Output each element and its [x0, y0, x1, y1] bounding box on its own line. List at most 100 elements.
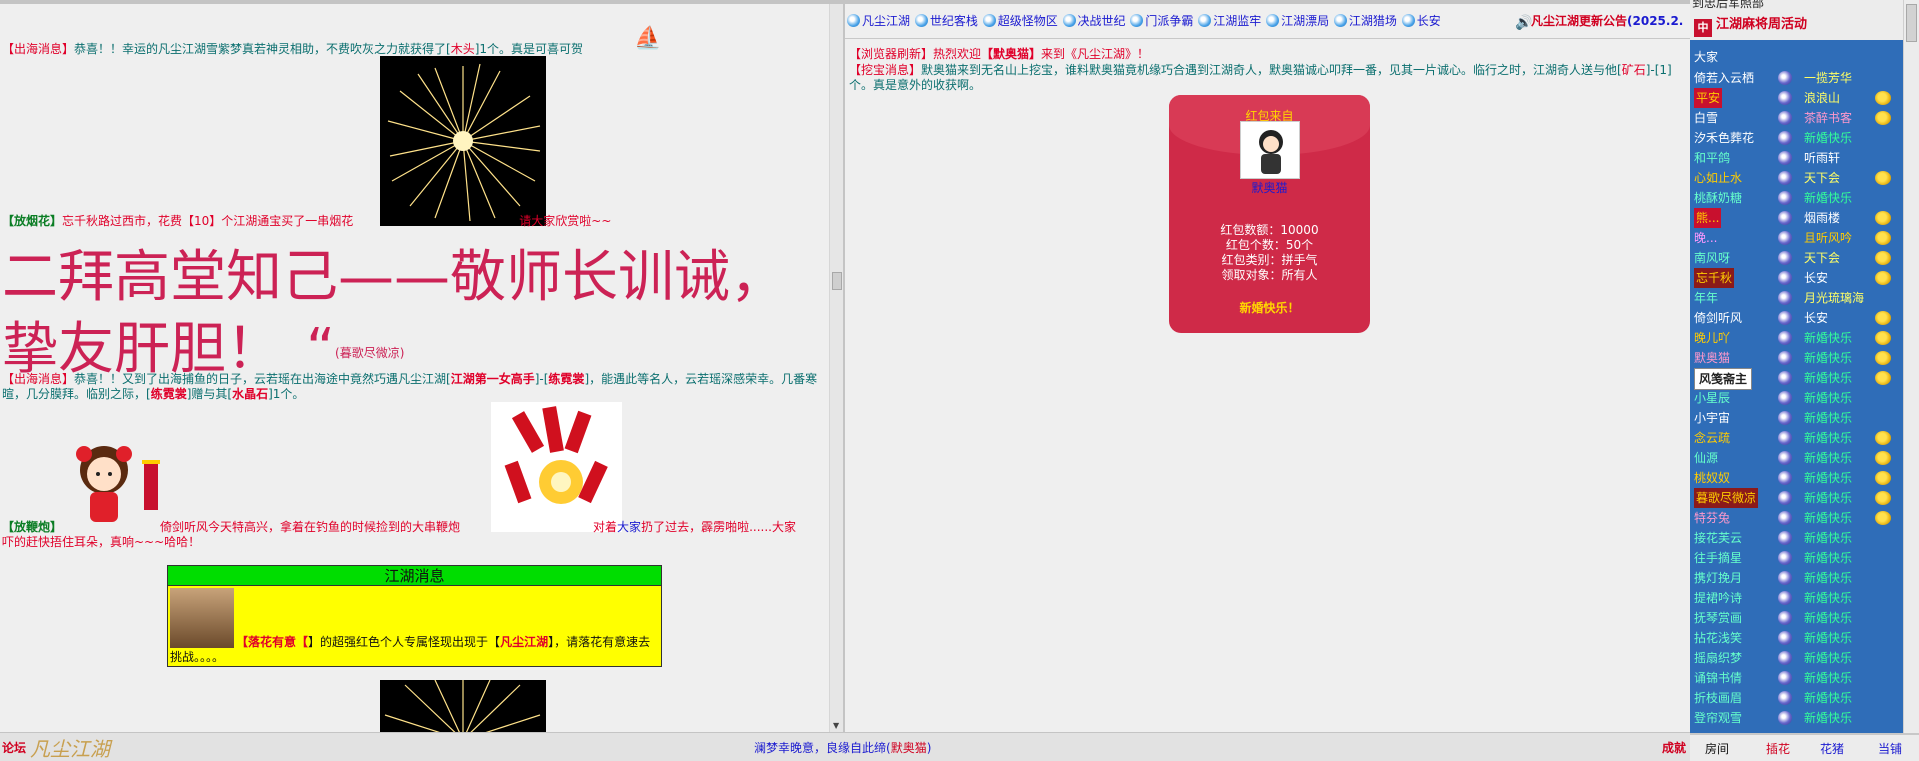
user-name[interactable]: 特芬兔	[1694, 508, 1730, 528]
user-name[interactable]: 晚...	[1694, 228, 1717, 248]
user-name[interactable]: 平安	[1694, 88, 1723, 108]
user-name[interactable]: 默奥猫	[1694, 348, 1730, 368]
user-row[interactable]: 晚儿吖 新婚快乐	[1690, 328, 1903, 348]
user-row[interactable]: 南风呀 天下会	[1690, 248, 1903, 268]
user-name[interactable]: 念云疏	[1694, 428, 1730, 448]
user-row[interactable]: 携灯挽月 新婚快乐	[1690, 568, 1903, 588]
tab-room-6[interactable]: 江湖漂局	[1266, 14, 1329, 28]
chat-scroll-area[interactable]: 【出海消息】恭喜！！幸运的凡尘江湖雪紫梦真若神灵相助，不费吹灰之力就获得了[木头…	[0, 4, 828, 732]
user-name[interactable]: 提裙吟诗	[1694, 588, 1742, 608]
marriage-banner: 澜梦幸晚意，良缘自此缔(默奥猫)	[754, 741, 932, 755]
tab-room-4[interactable]: 门派争霸	[1130, 14, 1193, 28]
girl-firecracker-image	[64, 440, 172, 530]
user-row[interactable]: 风笺斋主 新婚快乐	[1690, 368, 1903, 390]
user-row[interactable]: 心如止水 天下会	[1690, 168, 1903, 188]
user-row[interactable]: 忘千秋 长安	[1690, 268, 1903, 288]
tab-room-0[interactable]: 凡尘江湖	[847, 14, 910, 28]
tab-room-5[interactable]: 江湖监牢	[1198, 14, 1261, 28]
right-scrollbar[interactable]	[1903, 0, 1919, 733]
user-row[interactable]: 年年 月光琉璃海	[1690, 288, 1903, 308]
pig-button[interactable]: 花猪	[1820, 740, 1844, 757]
right-scrollbar-thumb[interactable]	[1906, 4, 1917, 42]
user-row[interactable]: 汐禾色葬花 新婚快乐	[1690, 128, 1903, 148]
user-room: 浪浪山	[1804, 91, 1841, 105]
user-name[interactable]: 桃酥奶糖	[1694, 188, 1742, 208]
user-name[interactable]: 小星辰	[1694, 388, 1730, 408]
user-name[interactable]: 晚儿吖	[1694, 328, 1730, 348]
user-row[interactable]: 诵锦书倩 新婚快乐	[1690, 668, 1903, 688]
user-name[interactable]: 诵锦书倩	[1694, 668, 1742, 688]
user-row[interactable]: 桃奴奴 新婚快乐	[1690, 468, 1903, 488]
user-row[interactable]: 和平鸽 听雨轩	[1690, 148, 1903, 168]
big-announcement-text: 二拜高堂知己——敬师长训诫，挚友肝胆！ “(暮歌尽微凉)	[2, 245, 786, 382]
flower-button[interactable]: 插花	[1766, 740, 1790, 757]
user-name[interactable]: 心如止水	[1694, 168, 1742, 188]
user-name[interactable]: 汐禾色葬花	[1694, 128, 1754, 148]
user-row[interactable]: 小宇宙 新婚快乐	[1690, 408, 1903, 428]
user-row[interactable]: 小星辰 新婚快乐	[1690, 388, 1903, 408]
scroll-down-arrow-icon[interactable]: ▼	[833, 721, 839, 730]
user-name[interactable]: 倚若入云栖	[1694, 68, 1754, 88]
achievement-link[interactable]: 成就	[1662, 739, 1686, 756]
user-row[interactable]: 往手摘星 新婚快乐	[1690, 548, 1903, 568]
tab-room-8[interactable]: 长安	[1401, 14, 1441, 28]
user-name[interactable]: 年年	[1694, 288, 1718, 308]
tab-room-3[interactable]: 决战世纪	[1062, 14, 1126, 28]
user-name[interactable]: 南风呀	[1694, 248, 1730, 268]
user-name[interactable]: 倚剑听风	[1694, 308, 1742, 328]
user-row[interactable]: 仙源 新婚快乐	[1690, 448, 1903, 468]
update-notice-link[interactable]: 🔊凡尘江湖更新公告(2025.2.	[1515, 12, 1683, 31]
user-row[interactable]: 倚若入云栖 一揽芳华	[1690, 68, 1903, 88]
user-row[interactable]: 熊... 烟雨楼	[1690, 208, 1903, 228]
tab-room-7[interactable]: 江湖猎场	[1333, 14, 1397, 28]
user-row[interactable]: 折枝画眉 新婚快乐	[1690, 688, 1903, 708]
mahjong-event-link[interactable]: 中江湖麻将周活动	[1694, 13, 1807, 37]
user-name[interactable]: 桃奴奴	[1694, 468, 1730, 488]
user-row[interactable]: 念云疏 新婚快乐	[1690, 428, 1903, 448]
user-name[interactable]: 摇扇织梦	[1694, 648, 1742, 668]
tab-room-2[interactable]: 超级怪物区	[982, 14, 1058, 28]
user-name[interactable]: 忘千秋	[1694, 268, 1735, 288]
user-row[interactable]: 提裙吟诗 新婚快乐	[1690, 588, 1903, 608]
user-row[interactable]: 登帘观雪 新婚快乐	[1690, 708, 1903, 728]
user-name[interactable]: 暮歌尽微凉	[1694, 488, 1759, 508]
user-row[interactable]: 接花芙云 新婚快乐	[1690, 528, 1903, 548]
left-scrollbar[interactable]: ▼	[829, 4, 843, 732]
user-row[interactable]: 摇扇织梦 新婚快乐	[1690, 648, 1903, 668]
user-name[interactable]: 熊...	[1694, 208, 1722, 228]
user-row[interactable]: 暮歌尽微凉 新婚快乐	[1690, 488, 1903, 508]
user-name[interactable]: 登帘观雪	[1694, 708, 1742, 728]
user-name[interactable]: 拈花浅笑	[1694, 628, 1742, 648]
forum-link[interactable]: 论坛	[2, 739, 26, 756]
room-button[interactable]: 房间	[1705, 740, 1729, 757]
level-icon	[1778, 611, 1792, 625]
user-name[interactable]: 小宇宙	[1694, 408, 1730, 428]
right-bottom-buttons: 房间 插花 花猪 当铺	[1690, 733, 1919, 761]
user-row[interactable]: 特芬兔 新婚快乐	[1690, 508, 1903, 528]
user-row[interactable]: 拈花浅笑 新婚快乐	[1690, 628, 1903, 648]
user-name[interactable]: 仙源	[1694, 448, 1718, 468]
user-name[interactable]: 接花芙云	[1694, 528, 1742, 548]
user-name[interactable]: 白雪	[1694, 108, 1718, 128]
user-name[interactable]: 和平鸽	[1694, 148, 1730, 168]
user-row[interactable]: 倚剑听风 长安	[1690, 308, 1903, 328]
level-icon	[1778, 151, 1792, 165]
user-name[interactable]: 风笺斋主	[1694, 368, 1753, 390]
user-row[interactable]: 默奥猫 新婚快乐	[1690, 348, 1903, 368]
pawnshop-button[interactable]: 当铺	[1878, 740, 1902, 757]
left-scrollbar-thumb[interactable]	[832, 272, 842, 290]
user-row[interactable]: 抚琴赏画 新婚快乐	[1690, 608, 1903, 628]
tab-room-1[interactable]: 世纪客栈	[914, 14, 978, 28]
user-row[interactable]: 桃酥奶糖 新婚快乐	[1690, 188, 1903, 208]
user-name[interactable]: 折枝画眉	[1694, 688, 1742, 708]
user-name[interactable]: 携灯挽月	[1694, 568, 1742, 588]
globe-icon	[1333, 14, 1347, 27]
user-row[interactable]: 平安 浪浪山	[1690, 88, 1903, 108]
red-packet[interactable]: 红包来自 默奥猫 红包数额：10000 红包个数：50个 红包类别：拼手气 领取…	[1169, 95, 1370, 333]
online-user-list[interactable]: 大家 倚若入云栖 一揽芳华 平安 浪浪山 白雪 茶醉书客 汐禾色葬花 新婚快乐 和平鸽 听雨轩 心如…	[1690, 40, 1903, 733]
user-name[interactable]: 抚琴赏画	[1694, 608, 1742, 628]
user-row[interactable]: 晚... 且听风吟	[1690, 228, 1903, 248]
user-row[interactable]: 白雪 茶醉书客	[1690, 108, 1903, 128]
user-name[interactable]: 往手摘星	[1694, 548, 1742, 568]
top-notice-1[interactable]: 到忠后军照部	[1692, 0, 1764, 11]
